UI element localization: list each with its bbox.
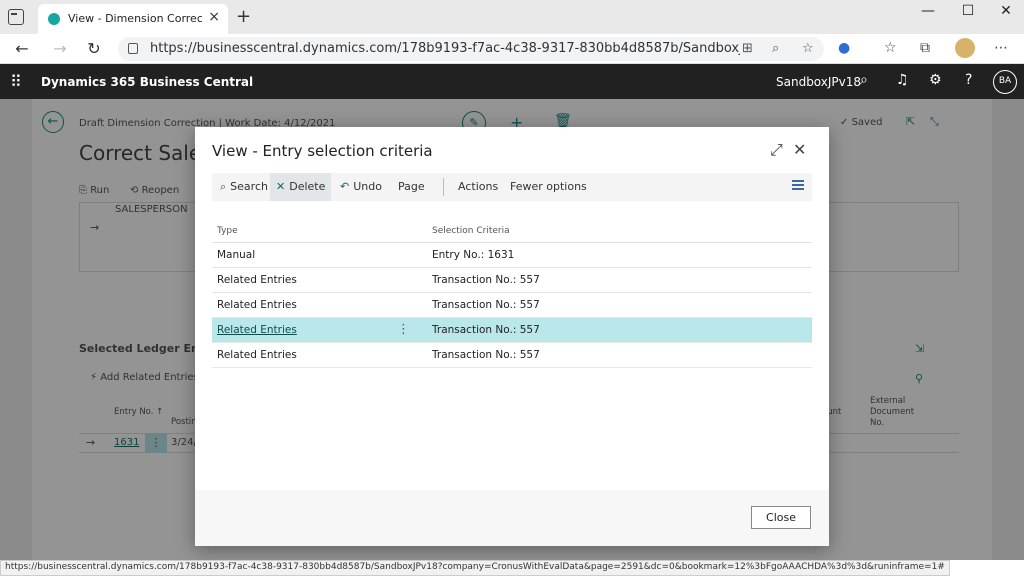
lock-icon [128, 43, 138, 54]
tab-actions-icon[interactable] [8, 9, 24, 25]
row-criteria: Entry No.: 1631 [432, 249, 515, 261]
row-type: Related Entries [217, 299, 297, 311]
browser-tab[interactable]: View - Dimension Corrections - D × [38, 4, 228, 34]
dialog-title: View - Entry selection criteria [212, 142, 433, 160]
tab-title: View - Dimension Corrections - D [68, 12, 202, 25]
row-menu-icon[interactable]: ⋮ [397, 322, 410, 337]
table-row[interactable]: Related Entries Transaction No.: 557 [212, 268, 812, 293]
row-type: Related Entries [217, 349, 297, 361]
notification-icon[interactable]: ♫ [896, 72, 909, 88]
table-row[interactable]: Related Entries Transaction No.: 557 [212, 343, 812, 368]
search-action[interactable]: ⌕ Search [214, 173, 274, 201]
zoom-icon[interactable]: ⌕ [772, 41, 779, 56]
actions-label: Actions [458, 180, 499, 193]
search-icon: ⌕ [220, 180, 227, 193]
row-criteria: Transaction No.: 557 [432, 274, 540, 286]
dialog-action-bar: ⌕ Search ✕ Delete ↶ Undo Page Actions Fewer… [212, 173, 812, 201]
favicon-icon [48, 13, 60, 25]
delete-icon: ✕ [276, 180, 286, 193]
minimize-icon[interactable]: — [918, 3, 938, 19]
settings-icon[interactable]: ⚙ [929, 72, 942, 88]
delete-action[interactable]: ✕ Delete [270, 173, 332, 201]
row-criteria: Transaction No.: 557 [432, 299, 540, 311]
more-icon[interactable]: ⋯ [994, 40, 1008, 56]
table-row-selected[interactable]: Related Entries ⋮ Transaction No.: 557 [212, 318, 812, 343]
user-avatar[interactable]: BA [993, 70, 1017, 94]
collections-icon[interactable]: ⧉ [920, 40, 930, 56]
search-label: Search [230, 180, 268, 193]
criteria-grid: Type Selection Criteria Manual Entry No.… [212, 219, 812, 368]
table-row[interactable]: Manual Entry No.: 1631 [212, 243, 812, 268]
forward-icon[interactable]: → [50, 39, 70, 58]
close-button[interactable]: Close [751, 506, 811, 529]
url-text: https://businesscentral.dynamics.com/178… [150, 41, 740, 56]
back-icon[interactable]: ← [12, 39, 32, 58]
row-type: Manual [217, 249, 256, 261]
expand-icon[interactable]: ⤢ [770, 140, 783, 160]
grid-header: Type Selection Criteria [212, 219, 812, 243]
fewer-options-action[interactable]: Fewer options [504, 173, 593, 201]
row-type-link[interactable]: Related Entries [217, 324, 297, 336]
extension-icon[interactable]: ● [838, 40, 850, 56]
undo-label: Undo [353, 180, 382, 193]
page-label: Page [398, 180, 425, 193]
refresh-icon[interactable]: ↻ [84, 39, 104, 58]
status-bar-url: https://businesscentral.dynamics.com/178… [0, 560, 950, 576]
app-name: Dynamics 365 Business Central [41, 75, 254, 89]
list-view-icon[interactable] [792, 180, 804, 192]
row-criteria: Transaction No.: 557 [432, 324, 540, 336]
new-tab-icon[interactable]: + [236, 6, 251, 27]
undo-action[interactable]: ↶ Undo [334, 173, 388, 201]
window-close-icon[interactable]: ✕ [996, 3, 1016, 19]
app-available-icon[interactable]: ⊞ [742, 41, 753, 56]
actions-menu[interactable]: Actions [452, 173, 504, 201]
fewer-options-label: Fewer options [510, 180, 587, 193]
address-bar: ← → ↻ https://businesscentral.dynamics.c… [0, 34, 1024, 64]
maximize-icon[interactable]: ☐ [958, 3, 978, 19]
search-icon[interactable]: ⌕ [860, 72, 868, 88]
action-separator [443, 178, 444, 196]
tab-close-icon[interactable]: × [208, 9, 220, 25]
row-criteria: Transaction No.: 557 [432, 349, 540, 361]
bc-header: ⠿ Dynamics 365 Business Central SandboxJ… [0, 64, 1024, 99]
company-name[interactable]: SandboxJPv18 [776, 75, 861, 89]
row-type: Related Entries [217, 274, 297, 286]
entry-selection-dialog: View - Entry selection criteria ⤢ ✕ ⌕ Sea… [195, 127, 829, 546]
favorite-add-icon[interactable]: ☆ [802, 41, 814, 56]
delete-label: Delete [289, 180, 326, 193]
favorites-icon[interactable]: ☆ [884, 40, 897, 56]
help-icon[interactable]: ? [965, 72, 972, 88]
dialog-footer [195, 490, 829, 546]
type-column-header[interactable]: Type [217, 226, 238, 236]
waffle-icon[interactable]: ⠿ [10, 72, 22, 91]
browser-tab-bar: View - Dimension Corrections - D × + — ☐… [0, 0, 1024, 34]
url-box[interactable]: https://businesscentral.dynamics.com/178… [118, 37, 824, 61]
profile-avatar[interactable] [955, 38, 975, 58]
dialog-close-icon[interactable]: ✕ [793, 140, 806, 159]
undo-icon: ↶ [340, 180, 350, 193]
page-action[interactable]: Page [392, 173, 431, 201]
table-row[interactable]: Related Entries Transaction No.: 557 [212, 293, 812, 318]
criteria-column-header[interactable]: Selection Criteria [432, 226, 510, 236]
